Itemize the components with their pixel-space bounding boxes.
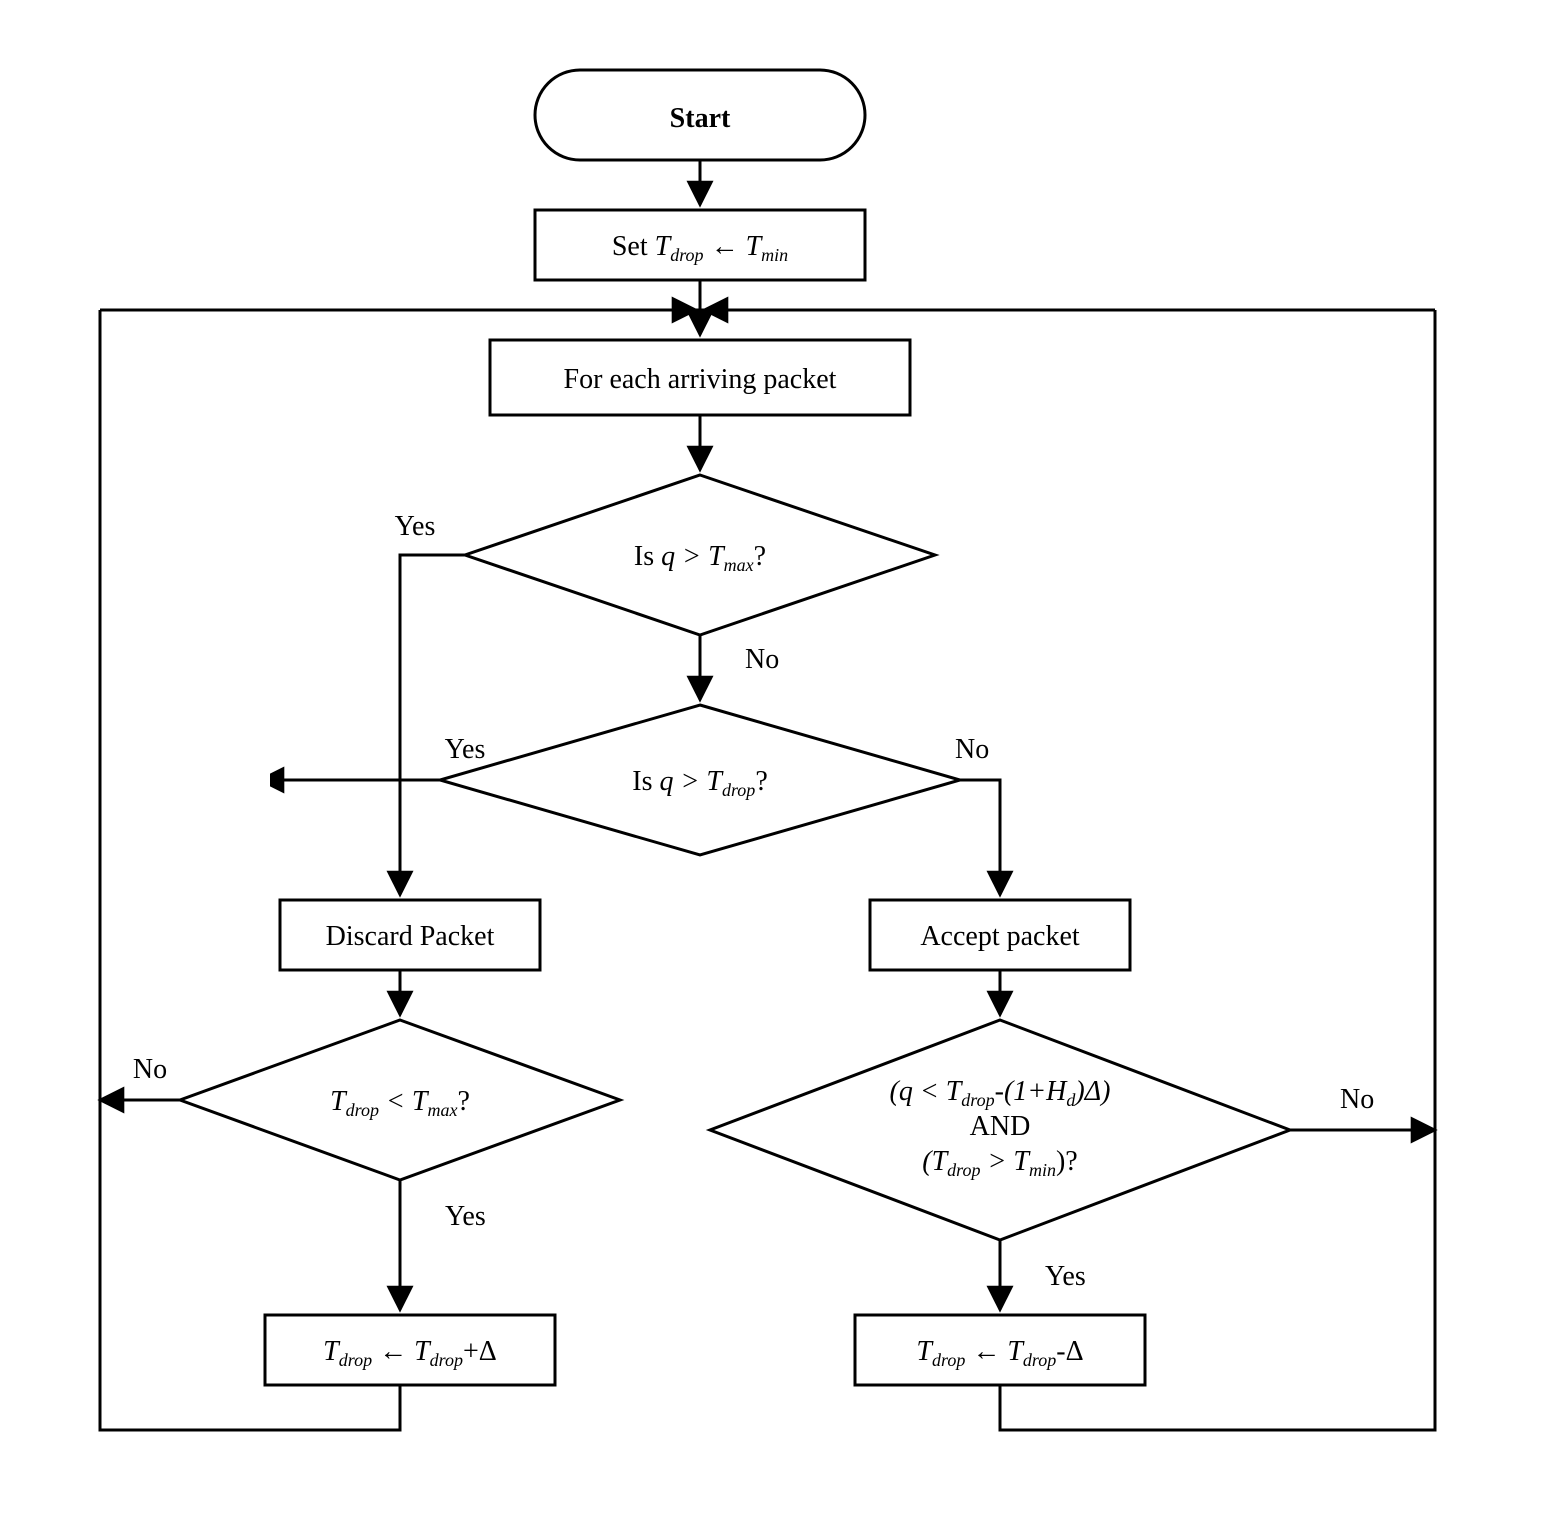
d4-line1: (q < Tdrop-(1+Hd)Δ) xyxy=(890,1076,1111,1110)
d4-no-label: No xyxy=(1340,1084,1374,1115)
d3-no-label: No xyxy=(133,1054,167,1085)
d2-yes-label: Yes xyxy=(445,734,486,765)
d4-yes-label: Yes xyxy=(1045,1261,1086,1292)
edge-d1-yes xyxy=(400,555,465,895)
flowchart-canvas: Start Set Tdrop ← Tmin For each arriving… xyxy=(0,0,1544,1515)
discard-label: Discard Packet xyxy=(326,921,495,952)
d1-yes-label: Yes xyxy=(395,511,436,542)
start-label: Start xyxy=(670,103,731,134)
d3-yes-label: Yes xyxy=(445,1201,486,1232)
d1-no-label: No xyxy=(745,644,779,675)
d4-line2: AND xyxy=(970,1111,1031,1142)
edge-d2-no xyxy=(960,780,1000,895)
accept-label: Accept packet xyxy=(920,921,1080,952)
d2-no-label: No xyxy=(955,734,989,765)
loop-label: For each arriving packet xyxy=(564,364,837,395)
